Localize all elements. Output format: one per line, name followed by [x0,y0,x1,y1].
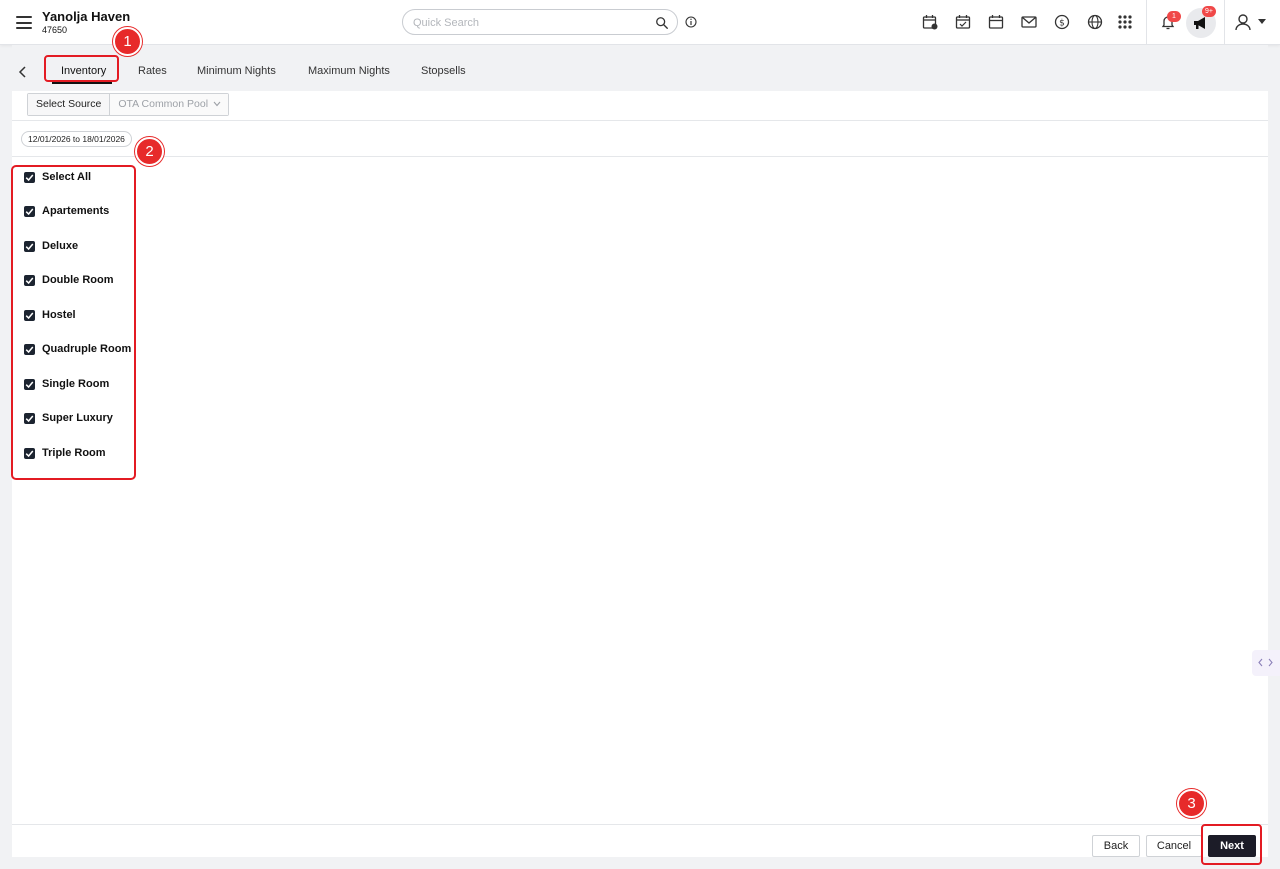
hotel-id: 47650 [42,25,68,35]
search-input[interactable] [413,14,643,31]
active-tab-indicator [52,82,112,84]
header-divider [1224,0,1225,45]
header-divider [1146,0,1147,45]
tab-rates[interactable]: Rates [138,65,167,77]
step-marker-3: 3 [1177,789,1206,818]
date-row: 12/01/2026 to 18/01/2026 [12,121,1268,157]
tab-maximum-nights[interactable]: Maximum Nights [308,65,390,77]
notification-badge: 1 [1167,11,1181,22]
footer-bar: Back Cancel Next [12,824,1268,857]
back-button[interactable]: Back [1092,835,1140,857]
source-dropdown[interactable]: OTA Common Pool [110,94,229,115]
step-marker-2: 2 [135,137,164,166]
quick-search[interactable] [402,9,678,35]
calendar-check-icon[interactable] [955,14,971,30]
tab-stopsells[interactable]: Stopsells [421,65,466,77]
highlight-inventory-tab [44,55,119,82]
source-row: Select Source OTA Common Pool [12,91,1268,121]
info-icon[interactable] [685,16,697,28]
mail-icon[interactable] [1021,14,1037,30]
tab-minimum-nights[interactable]: Minimum Nights [197,65,276,77]
user-icon[interactable] [1234,13,1252,31]
cancel-button[interactable]: Cancel [1146,835,1202,857]
tab-bar: Inventory Rates Minimum Nights Maximum N… [12,45,1268,91]
highlight-next-button [1201,824,1262,865]
megaphone-icon [1194,17,1205,29]
globe-icon[interactable] [1087,14,1103,30]
top-bar: Yanolja Haven 47650 $ 1 9+ [0,0,1280,45]
date-range-chip[interactable]: 12/01/2026 to 18/01/2026 [21,131,132,147]
code-icon [1258,658,1273,667]
source-label: Select Source [28,94,111,115]
svg-text:$: $ [1059,19,1065,29]
menu-icon[interactable] [16,16,32,29]
chevron-down-icon [213,101,221,107]
hotel-name: Yanolja Haven [42,9,131,24]
dollar-icon[interactable]: $ [1054,14,1070,30]
announcement-badge: 9+ [1202,6,1216,17]
step-marker-1: 1 [113,27,142,56]
calendar-settings-icon[interactable] [922,14,938,30]
source-selector[interactable]: Select Source OTA Common Pool [27,93,230,116]
apps-grid-icon[interactable] [1117,14,1133,30]
side-panel-toggle[interactable] [1252,650,1280,676]
highlight-room-list [11,165,136,480]
calendar-icon[interactable] [988,14,1004,30]
source-value: OTA Common Pool [118,98,209,110]
search-icon[interactable] [655,16,669,30]
back-chevron-icon[interactable] [18,65,28,79]
chevron-down-icon[interactable] [1258,19,1266,25]
main-panel: Inventory Rates Minimum Nights Maximum N… [11,45,1268,865]
